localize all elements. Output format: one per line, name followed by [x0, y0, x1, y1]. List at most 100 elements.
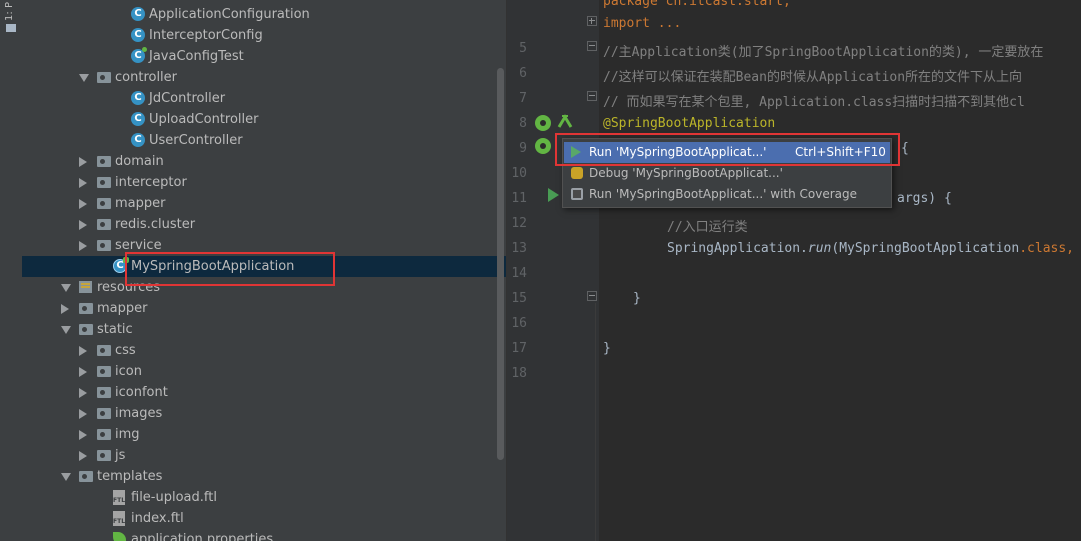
- tree-item-label: index.ftl: [131, 511, 184, 526]
- code-line: @SpringBootApplication: [603, 116, 776, 131]
- bean-gutter-icon[interactable]: [557, 113, 573, 129]
- tree-item[interactable]: application.properties: [22, 529, 506, 541]
- tree-item[interactable]: iconfont: [22, 382, 506, 403]
- fold-imports-icon[interactable]: [587, 16, 597, 26]
- chevron-right-icon[interactable]: [79, 367, 87, 377]
- code-line: }: [633, 291, 641, 306]
- tree-item[interactable]: interceptor: [22, 172, 506, 193]
- tree-item-label: mapper: [115, 196, 166, 211]
- package-icon: [97, 177, 111, 188]
- tree-item-label: ApplicationConfiguration: [149, 7, 310, 22]
- chevron-right-icon[interactable]: [79, 451, 87, 461]
- folder-icon: [6, 24, 16, 32]
- line-number: 17: [511, 341, 527, 356]
- chevron-right-icon[interactable]: [79, 199, 87, 209]
- chevron-down-icon[interactable]: [61, 284, 71, 292]
- tree-item[interactable]: FTL index.ftl: [22, 508, 506, 529]
- chevron-down-icon[interactable]: [61, 326, 71, 334]
- tree-item[interactable]: images: [22, 403, 506, 424]
- line-number: 13: [511, 241, 527, 256]
- package-icon: [97, 156, 111, 167]
- tree-item-label: JavaConfigTest: [149, 49, 244, 64]
- tree-item-label: domain: [115, 154, 164, 169]
- class-icon: C: [131, 133, 145, 147]
- chevron-right-icon[interactable]: [79, 157, 87, 167]
- code-token: SpringApplication.: [667, 241, 808, 256]
- tree-item[interactable]: icon: [22, 361, 506, 382]
- chevron-right-icon[interactable]: [79, 430, 87, 440]
- fold-method-end-icon[interactable]: [587, 291, 597, 301]
- tree-item-label: InterceptorConfig: [149, 28, 263, 43]
- chevron-right-icon[interactable]: [79, 409, 87, 419]
- ftl-file-icon: FTL: [113, 511, 125, 526]
- package-icon: [79, 303, 93, 314]
- package-icon: [97, 387, 111, 398]
- coverage-icon: [571, 188, 583, 200]
- line-number: 7: [519, 91, 527, 106]
- chevron-right-icon[interactable]: [79, 220, 87, 230]
- tree-item[interactable]: css: [22, 340, 506, 361]
- line-number: 15: [511, 291, 527, 306]
- package-icon: [97, 429, 111, 440]
- tree-item[interactable]: static: [22, 319, 506, 340]
- tree-item-label: static: [97, 322, 133, 337]
- indent-guide: [595, 303, 596, 541]
- line-number: 18: [511, 366, 527, 381]
- chevron-down-icon[interactable]: [79, 74, 89, 82]
- spring-boot-run-gutter-icon[interactable]: [535, 138, 551, 154]
- project-scrollbar[interactable]: [497, 68, 504, 460]
- tree-item[interactable]: mapper: [22, 298, 506, 319]
- spring-boot-gutter-icon[interactable]: [535, 115, 551, 131]
- project-tool-tab[interactable]: 1: P: [4, 2, 18, 32]
- tree-item[interactable]: controller: [22, 67, 506, 88]
- tree-item[interactable]: templates: [22, 466, 506, 487]
- highlight-box-main-class: [125, 252, 335, 286]
- tree-item[interactable]: C UploadController: [22, 109, 506, 130]
- chevron-right-icon[interactable]: [61, 304, 69, 314]
- code-token: (MySpringBootApplication: [831, 241, 1020, 256]
- class-icon: C: [131, 7, 145, 21]
- tree-item[interactable]: js: [22, 445, 506, 466]
- chevron-right-icon[interactable]: [79, 388, 87, 398]
- tree-item-label: file-upload.ftl: [131, 490, 217, 505]
- tree-item-label: application.properties: [131, 532, 274, 541]
- chevron-right-icon[interactable]: [79, 178, 87, 188]
- code-line: //入口运行类: [667, 220, 748, 235]
- tree-item[interactable]: C UserController: [22, 130, 506, 151]
- tree-item-label: UploadController: [149, 112, 259, 127]
- tree-item[interactable]: domain: [22, 151, 506, 172]
- code-line: // 而如果写在某个包里, Application.class扫描时扫描不到其他…: [603, 95, 1025, 110]
- class-icon: C: [131, 28, 145, 42]
- tree-item-label: JdController: [149, 91, 226, 106]
- code-token: .class,: [1019, 241, 1075, 256]
- tree-item[interactable]: img: [22, 424, 506, 445]
- tree-item[interactable]: FTL file-upload.ftl: [22, 487, 506, 508]
- project-tool-tab-label: 1: P: [4, 2, 15, 21]
- chevron-down-icon[interactable]: [61, 473, 71, 481]
- line-number: 10: [511, 166, 527, 181]
- tree-item[interactable]: redis.cluster: [22, 214, 506, 235]
- tool-window-strip: 1: P: [0, 0, 23, 541]
- fold-comment-end-icon[interactable]: [587, 91, 597, 101]
- tree-item-label: mapper: [97, 301, 148, 316]
- chevron-right-icon[interactable]: [79, 241, 87, 251]
- line-number: 8: [519, 116, 527, 131]
- menu-item[interactable]: Debug 'MySpringBootApplicat...': [564, 163, 890, 184]
- fold-comment-icon[interactable]: [587, 41, 597, 51]
- tree-item[interactable]: mapper: [22, 193, 506, 214]
- tree-item[interactable]: C JdController: [22, 88, 506, 109]
- properties-file-icon: [113, 532, 126, 541]
- package-icon: [97, 366, 111, 377]
- tree-item[interactable]: C JavaConfigTest: [22, 46, 506, 67]
- package-icon: [97, 408, 111, 419]
- line-number: 9: [519, 141, 527, 156]
- tree-item[interactable]: C ApplicationConfiguration: [22, 4, 506, 25]
- package-icon: [97, 345, 111, 356]
- code-line: //这样可以保证在装配Bean的时候从Application所在的文件下从上向: [603, 70, 1023, 85]
- chevron-right-icon[interactable]: [79, 346, 87, 356]
- tree-item[interactable]: C InterceptorConfig: [22, 25, 506, 46]
- tree-item-label: js: [115, 448, 126, 463]
- tree-item-label: UserController: [149, 133, 243, 148]
- run-gutter-icon[interactable]: [548, 188, 559, 202]
- menu-item[interactable]: Run 'MySpringBootApplicat...' with Cover…: [564, 184, 890, 205]
